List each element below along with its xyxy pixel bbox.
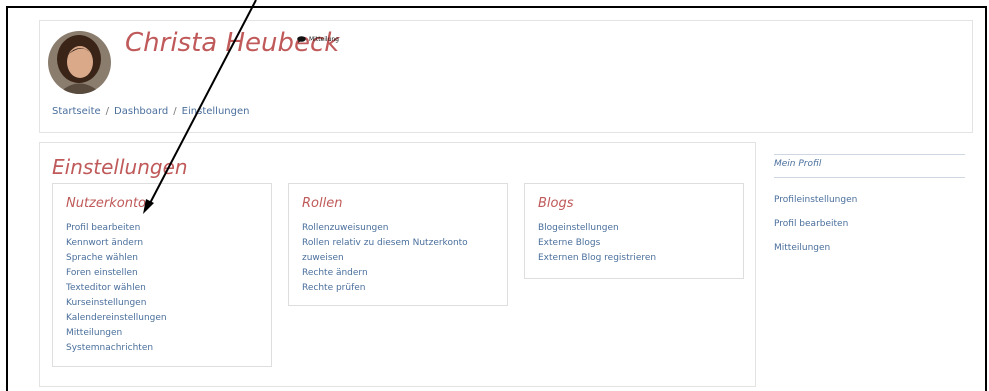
sidebar-title: Mein Profil (774, 154, 965, 178)
link-externen-blog-registrieren[interactable]: Externen Blog registrieren (538, 253, 656, 263)
link-rechte-pruefen[interactable]: Rechte prüfen (302, 283, 366, 293)
link-zuweisen[interactable]: zuweisen (302, 253, 344, 263)
panel-rollen: Rollen Rollenzuweisungen Rollen relativ … (288, 183, 508, 306)
breadcrumb-einstellungen[interactable]: Einstellungen (182, 106, 250, 117)
breadcrumb: Startseite / Dashboard / Einstellungen (52, 106, 249, 117)
list-item: Profil bearbeiten (66, 221, 167, 236)
speech-bubble-icon (297, 36, 306, 43)
user-name: Christa Heubeck (125, 28, 340, 58)
panel-title: Blogs (538, 196, 574, 211)
list-item: Mitteilungen (66, 326, 167, 341)
list-item: Rechte prüfen (302, 281, 468, 296)
link-sprache-waehlen[interactable]: Sprache wählen (66, 253, 138, 263)
breadcrumb-separator: / (173, 106, 177, 117)
link-profil-bearbeiten[interactable]: Profil bearbeiten (66, 223, 140, 233)
breadcrumb-separator: / (105, 106, 110, 117)
list-item: Kalendereinstellungen (66, 311, 167, 326)
list-item: zuweisen (302, 251, 468, 266)
breadcrumb-startseite[interactable]: Startseite (52, 106, 101, 117)
avatar-photo (48, 31, 111, 94)
panel-blogs: Blogs Blogeinstellungen Externe Blogs Ex… (524, 183, 744, 279)
list-item: Externen Blog registrieren (538, 251, 656, 266)
panel-title: Rollen (302, 196, 343, 211)
sidebar-my-profile: Mein Profil Profileinstellungen Profil b… (774, 154, 965, 260)
link-rollen-relativ[interactable]: Rollen relativ zu diesem Nutzerkonto (302, 238, 468, 248)
avatar[interactable] (48, 31, 111, 94)
settings-list: Blogeinstellungen Externe Blogs Externen… (538, 221, 656, 266)
sidebar-list: Profileinstellungen Profil bearbeiten Mi… (774, 188, 965, 260)
message-label: Mitteilung (309, 36, 339, 43)
panel-nutzerkonto: Nutzerkonto Profil bearbeiten Kennwort ä… (52, 183, 272, 367)
list-item: Texteditor wählen (66, 281, 167, 296)
list-item: Foren einstellen (66, 266, 167, 281)
list-item: Sprache wählen (66, 251, 167, 266)
settings-list: Profil bearbeiten Kennwort ändern Sprach… (66, 221, 167, 356)
link-blogeinstellungen[interactable]: Blogeinstellungen (538, 223, 619, 233)
list-item: Rechte ändern (302, 266, 468, 281)
list-item: Kennwort ändern (66, 236, 167, 251)
sidebar-item-profil-bearbeiten[interactable]: Profil bearbeiten (774, 219, 848, 229)
panel-title: Nutzerkonto (66, 196, 146, 211)
message-link[interactable]: Mitteilung (297, 36, 339, 43)
link-foren-einstellen[interactable]: Foren einstellen (66, 268, 138, 278)
settings-list: Rollenzuweisungen Rollen relativ zu dies… (302, 221, 468, 296)
list-item: Blogeinstellungen (538, 221, 656, 236)
list-item: Systemnachrichten (66, 341, 167, 356)
page-title: Einstellungen (52, 155, 188, 179)
link-rechte-aendern[interactable]: Rechte ändern (302, 268, 368, 278)
sidebar-item-profileinstellungen[interactable]: Profileinstellungen (774, 195, 857, 205)
sidebar-item: Mitteilungen (774, 236, 965, 260)
link-kalendereinstellungen[interactable]: Kalendereinstellungen (66, 313, 167, 323)
link-systemnachrichten[interactable]: Systemnachrichten (66, 343, 153, 353)
list-item: Rollen relativ zu diesem Nutzerkonto (302, 236, 468, 251)
sidebar-item: Profileinstellungen (774, 188, 965, 212)
sidebar-item-mitteilungen[interactable]: Mitteilungen (774, 243, 830, 253)
link-mitteilungen[interactable]: Mitteilungen (66, 328, 122, 338)
link-externe-blogs[interactable]: Externe Blogs (538, 238, 600, 248)
list-item: Externe Blogs (538, 236, 656, 251)
link-kurseinstellungen[interactable]: Kurseinstellungen (66, 298, 146, 308)
breadcrumb-dashboard[interactable]: Dashboard (114, 106, 168, 117)
link-rollenzuweisungen[interactable]: Rollenzuweisungen (302, 223, 388, 233)
list-item: Kurseinstellungen (66, 296, 167, 311)
sidebar-item: Profil bearbeiten (774, 212, 965, 236)
link-texteditor-waehlen[interactable]: Texteditor wählen (66, 283, 146, 293)
link-kennwort-aendern[interactable]: Kennwort ändern (66, 238, 143, 248)
list-item: Rollenzuweisungen (302, 221, 468, 236)
